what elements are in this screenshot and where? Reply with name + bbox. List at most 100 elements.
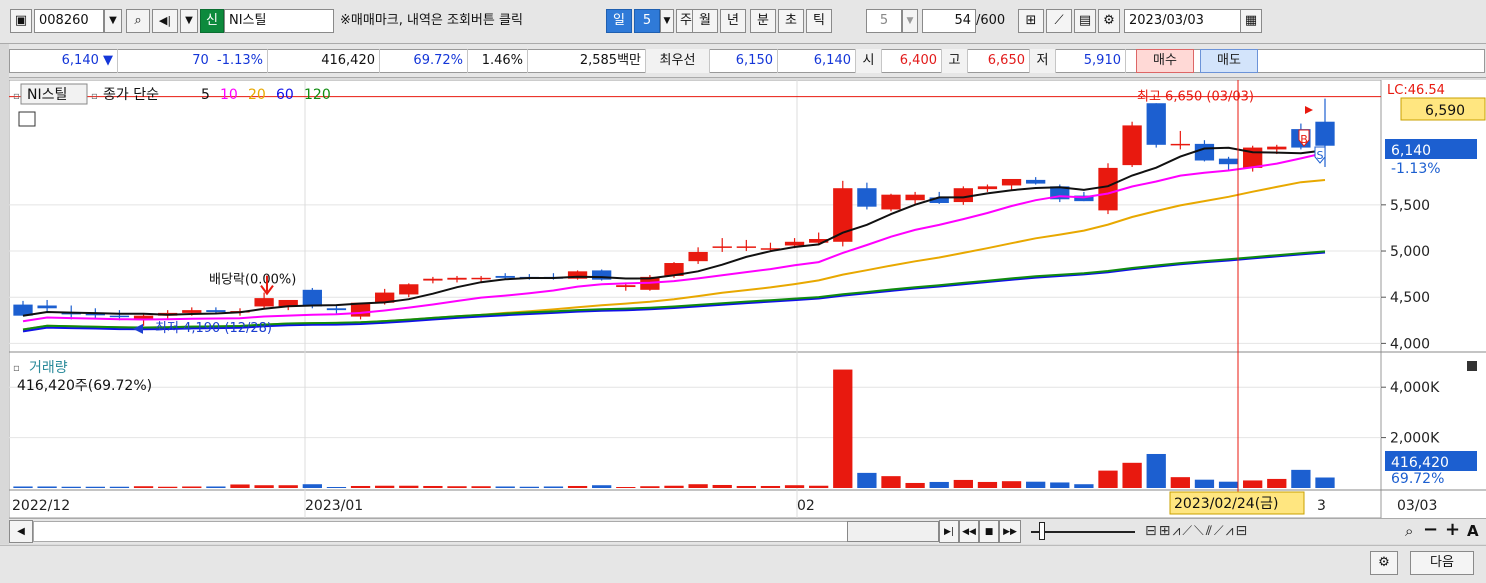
legend-ma-10: 10 <box>220 87 238 103</box>
search-icon[interactable]: ⌕ <box>126 9 150 33</box>
volume-bar <box>109 486 130 488</box>
scroll-thumb[interactable] <box>847 521 939 542</box>
scroll-track[interactable] <box>33 521 853 542</box>
quote-best-ask: 6,150 <box>710 49 778 73</box>
period-tab-5[interactable]: 분 <box>750 9 776 33</box>
volume-bar <box>1001 481 1022 488</box>
candle-body <box>1267 146 1287 150</box>
play-icon[interactable]: ▶| <box>939 520 959 543</box>
date-input[interactable]: 2023/03/03 <box>1124 9 1242 33</box>
forward-icon[interactable]: ▶▶ <box>999 520 1021 543</box>
settings-gear-icon[interactable]: ⚙ <box>1098 9 1120 33</box>
candle-body <box>712 246 732 248</box>
period-tab-0[interactable]: 일 <box>606 9 632 33</box>
volume-bar <box>592 485 612 488</box>
cursor-date-tag: 2023/02/24(금) <box>1174 496 1279 512</box>
sell-button[interactable]: 매도 <box>1200 49 1258 73</box>
candle-body <box>616 285 636 288</box>
high-marker-label: 최고 6,650 (03/03) <box>1137 90 1254 105</box>
quote-volume: 416,420 <box>268 49 380 73</box>
price-tick-label: 5,500 <box>1390 198 1430 214</box>
volume-bar <box>158 486 178 488</box>
drawing-tools-icon[interactable]: ⊟⊞⩘⟋⟍⫽⟋⩘⊟ <box>1145 520 1249 542</box>
buy-button[interactable]: 매수 <box>1136 49 1194 73</box>
volume-bar <box>567 485 588 488</box>
period-tab-6[interactable]: 초 <box>778 9 804 33</box>
x-axis-label-2: 02 <box>797 498 815 514</box>
zoom-slider-handle[interactable] <box>1039 522 1045 540</box>
tick-value-field[interactable]: 5 <box>866 9 902 33</box>
candle-body <box>302 289 322 307</box>
period-tab-7[interactable]: 틱 <box>806 9 832 33</box>
volume-bar <box>543 486 564 488</box>
grid-table-icon <box>18 111 36 127</box>
volume-bar <box>977 481 998 488</box>
volume-last-tag: 416,420 <box>1391 455 1449 471</box>
volume-subtitle: 416,420주(69.72%) <box>17 378 152 394</box>
candle-body <box>1001 178 1022 186</box>
volume-bar <box>1146 453 1166 488</box>
candle-body <box>37 305 57 309</box>
next-button[interactable]: 다음 <box>1410 551 1474 575</box>
volume-bar <box>206 486 226 488</box>
sound-dropdown-icon[interactable]: ▼ <box>180 9 198 33</box>
volume-bar <box>881 476 901 488</box>
legend-stock-name: NI스틸 <box>27 87 67 103</box>
candle-body <box>423 278 443 281</box>
calendar-icon[interactable]: ▦ <box>1240 9 1262 33</box>
volume-bar <box>254 485 274 488</box>
font-size-icon[interactable]: A <box>1467 520 1479 542</box>
period-dropdown-icon[interactable]: ▼ <box>660 9 674 33</box>
zoom-plus-icon[interactable]: + <box>1445 519 1460 541</box>
volume-bar <box>423 485 443 488</box>
volume-bar <box>736 485 756 488</box>
volume-bar <box>760 485 781 488</box>
current-price-tag: 6,590 <box>1425 103 1465 119</box>
footer-bar <box>0 545 1486 583</box>
quote-best-bid: 6,140 <box>778 49 856 73</box>
chart-type-icon[interactable]: ⊞ <box>1018 9 1044 33</box>
indicator-icon[interactable]: ⟋ <box>1046 9 1072 33</box>
price-tick-label: 4,000 <box>1390 336 1430 352</box>
save-icon[interactable]: ▤ <box>1074 9 1096 33</box>
sound-icon[interactable]: ◀| <box>152 9 178 33</box>
zoom-in-search-icon[interactable]: ⌕ <box>1405 520 1413 542</box>
stock-chart[interactable]: 5,500 5,000 4,500 4,000 4,000K 2,000K 최고 6,650… <box>9 80 1486 518</box>
rewind-icon[interactable]: ◀◀ <box>959 520 979 543</box>
stock-name-field[interactable]: NI스틸 <box>224 9 334 33</box>
stock-code-input[interactable]: 008260 <box>34 9 104 33</box>
candle-body <box>1170 143 1190 146</box>
window-menu-icon[interactable]: ▣ <box>10 9 32 33</box>
candle-body <box>736 246 756 248</box>
volume-bar <box>953 479 973 488</box>
chart-background <box>9 80 1486 518</box>
period-tab-1[interactable]: 5 <box>634 9 660 33</box>
zoom-slider[interactable] <box>1031 531 1135 533</box>
data-count-input[interactable]: 54 <box>922 9 976 33</box>
period-tab-4[interactable]: 년 <box>720 9 746 33</box>
footer-settings-gear-icon[interactable]: ⚙ <box>1370 551 1398 575</box>
candle-body <box>495 275 515 278</box>
candle-body <box>881 194 901 210</box>
period-tab-3[interactable]: 월 <box>692 9 718 33</box>
candle-body <box>447 277 467 280</box>
quote-change-pct: -1.13% <box>217 53 263 68</box>
candle-body <box>1122 125 1142 166</box>
legend-toggle-icon-2: ▫ <box>91 91 98 102</box>
zoom-minus-icon[interactable]: − <box>1423 519 1438 541</box>
dividend-label: 배당락(0.00%) <box>209 272 296 287</box>
volume-bar <box>471 486 491 488</box>
price-tick-label: 5,000 <box>1390 244 1430 260</box>
volume-bar <box>688 484 708 488</box>
data-count-total: /600 <box>976 13 1006 28</box>
volume-bar <box>1194 479 1215 488</box>
quote-low-label: 저 <box>1030 49 1056 73</box>
tick-dropdown-icon[interactable]: ▼ <box>902 9 918 33</box>
x-axis-label-1: 2023/01 <box>305 498 363 514</box>
scroll-left-icon[interactable]: ◀ <box>9 520 33 543</box>
stop-icon[interactable]: ■ <box>979 520 999 543</box>
legend-ma-60: 60 <box>276 87 294 103</box>
lc-label: LC:46.54 <box>1387 83 1445 98</box>
volume-bar <box>375 485 395 488</box>
code-dropdown-icon[interactable]: ▼ <box>104 9 122 33</box>
